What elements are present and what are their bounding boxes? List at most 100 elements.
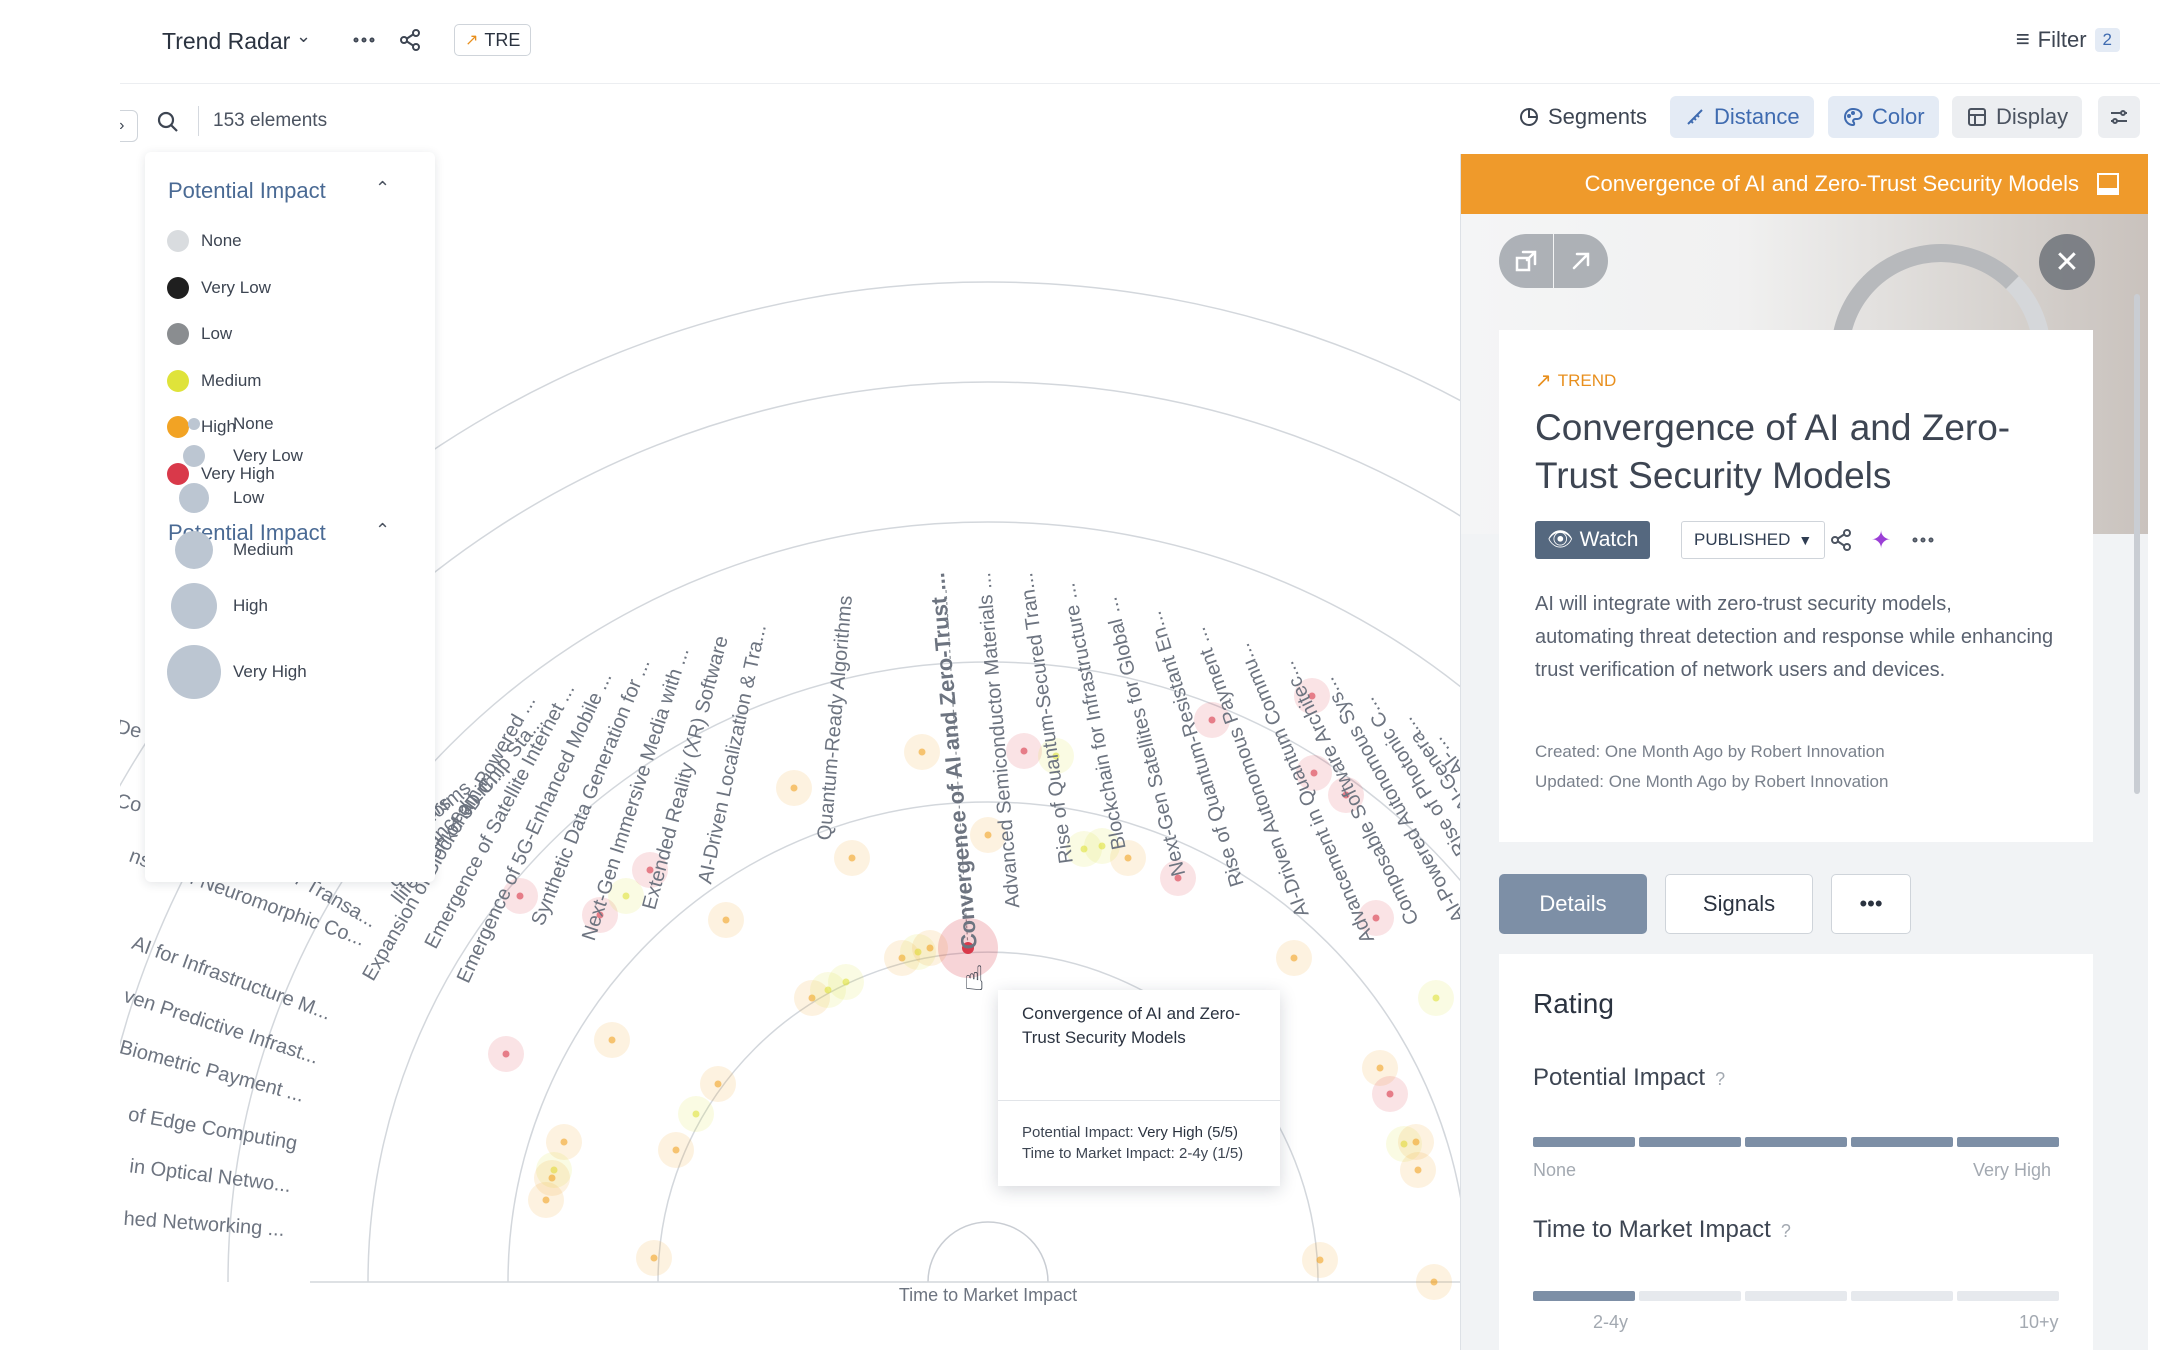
watch-button[interactable]: 👁 Watch <box>1535 521 1651 559</box>
rating-segment[interactable] <box>1957 1137 2059 1147</box>
legend-swatch <box>167 369 189 392</box>
more-options-icon[interactable] <box>1907 524 1939 556</box>
distance-button[interactable]: Distance <box>1670 96 1814 138</box>
rating-segment[interactable] <box>1533 1291 1635 1301</box>
color-label: Color <box>1872 104 1925 129</box>
trend-dot <box>1386 1090 1394 1098</box>
ttm-max-label: 10+y <box>2019 1312 2059 1332</box>
trend-dot <box>560 1138 568 1146</box>
chevron-down-icon: ▼ <box>1798 532 1813 548</box>
legend-size-swatch <box>167 645 221 699</box>
legend-size-item[interactable]: None <box>167 414 274 434</box>
chevron-up-icon[interactable]: ⌃ <box>375 520 390 541</box>
legend-size-swatch <box>171 583 217 629</box>
legend-size-swatch-wrap <box>167 418 221 430</box>
legend-size-swatch <box>179 483 209 513</box>
tab-details[interactable]: Details <box>1499 874 1647 934</box>
legend-size-swatch-wrap <box>167 583 221 629</box>
trend-dot <box>926 944 934 952</box>
rating-segment[interactable] <box>1639 1137 1741 1147</box>
rating-segment[interactable] <box>1851 1291 1953 1301</box>
trend-dot <box>650 1254 658 1262</box>
legend-size-item[interactable]: Medium <box>167 531 293 569</box>
trend-dot <box>1020 747 1028 755</box>
trend-dot <box>848 854 856 862</box>
trend-dot <box>918 748 926 756</box>
color-button[interactable]: Color <box>1828 96 1939 138</box>
rating-segment[interactable] <box>1745 1291 1847 1301</box>
panel-scrollbar[interactable] <box>2134 294 2140 794</box>
legend-panel: Potential Impact ⌃ None Very Low Low Medium… <box>145 152 435 882</box>
trend-dot <box>714 1080 722 1088</box>
legend-size-item[interactable]: Low <box>167 483 264 513</box>
trend-label[interactable]: hed Networking ... <box>123 1208 285 1241</box>
trend-dot <box>516 892 524 900</box>
trend-label[interactable]: of Edge Computing <box>126 1104 298 1155</box>
trend-dot <box>1412 1138 1420 1146</box>
trend-up-icon: ↗ <box>1535 370 1552 392</box>
sliders-icon <box>2111 110 2127 124</box>
trend-dot <box>1310 769 1318 777</box>
legend-size-label: High <box>233 596 268 615</box>
trend-dot <box>542 1196 550 1204</box>
status-label: PUBLISHED <box>1694 530 1791 549</box>
filter-icon: ≡ <box>2015 26 2030 53</box>
share-icon[interactable] <box>1825 524 1857 556</box>
rating-segment[interactable] <box>1851 1137 1953 1147</box>
help-icon[interactable]: ? <box>1781 1221 1791 1241</box>
ai-sparkle-icon[interactable]: ✦ <box>1865 524 1897 556</box>
help-icon[interactable]: ? <box>1715 1069 1725 1089</box>
impact-max-label: Very High <box>1973 1160 2052 1180</box>
rating-segment[interactable] <box>1533 1137 1635 1147</box>
legend-color-item[interactable]: Low <box>167 323 232 345</box>
filter-label: Filter <box>2037 27 2087 52</box>
trend-dot <box>622 892 630 900</box>
palette-icon <box>1844 107 1863 127</box>
legend-color-item[interactable]: Very Low <box>167 276 271 299</box>
trend-dot <box>1376 1064 1384 1072</box>
ttm-heading: Time to Market Impact? <box>1533 1216 1791 1244</box>
rating-segment[interactable] <box>1957 1291 2059 1301</box>
filter-button[interactable]: ≡ Filter 2 <box>2016 26 2120 54</box>
legend-size-item[interactable]: High <box>167 583 268 629</box>
tab-signals[interactable]: Signals <box>1665 874 1813 934</box>
chevron-up-icon[interactable]: ⌃ <box>375 178 390 199</box>
distance-label: Distance <box>1714 104 1800 129</box>
status-dropdown[interactable]: PUBLISHED ▼ <box>1681 521 1826 559</box>
watch-label: Watch <box>1579 528 1639 551</box>
tab-more[interactable]: ••• <box>1831 874 1911 934</box>
legend-color-heading[interactable]: Potential Impact <box>168 178 326 204</box>
expand-icon[interactable] <box>1499 234 1553 288</box>
open-external-icon[interactable] <box>1554 234 1608 288</box>
legend-size-item[interactable]: Very Low <box>167 445 303 467</box>
segments-button[interactable]: Segments <box>1504 96 1661 138</box>
rating-segment[interactable] <box>1639 1291 1741 1301</box>
radar-tooltip: Convergence of AI and Zero-Trust Securit… <box>998 990 1280 1186</box>
trend-label[interactable]: Quantum-Ready Algorithms <box>814 595 857 842</box>
minimize-icon[interactable] <box>2097 173 2119 195</box>
close-icon[interactable]: ✕ <box>2039 234 2095 290</box>
legend-size-swatch <box>188 418 200 430</box>
rating-heading: Rating <box>1533 988 1614 1019</box>
trend-dot <box>722 916 730 924</box>
legend-color-item[interactable]: None <box>167 230 242 252</box>
legend-color-label: Very Low <box>201 277 271 297</box>
filter-count-badge: 2 <box>2094 28 2120 52</box>
impact-heading-label: Potential Impact <box>1533 1064 1706 1091</box>
ttm-heading-label: Time to Market Impact <box>1533 1216 1771 1243</box>
legend-color-item[interactable]: Medium <box>167 369 261 392</box>
legend-size-item[interactable]: Very High <box>167 645 307 699</box>
rating-segment[interactable] <box>1745 1137 1847 1147</box>
trend-dot <box>1290 954 1298 962</box>
tooltip-divider <box>998 1100 1280 1101</box>
display-button[interactable]: Display <box>1952 96 2083 138</box>
tooltip-impact: Potential Impact: Very High (5/5) <box>1022 1124 1238 1141</box>
layout-grid-icon <box>1968 108 1986 126</box>
trend-dot <box>984 831 992 839</box>
trend-dot <box>548 1174 556 1182</box>
settings-sliders-button[interactable] <box>2098 96 2140 138</box>
legend-size-swatch <box>175 531 213 569</box>
trend-dot <box>1430 1278 1438 1286</box>
trend-label[interactable]: in Optical Netwo... <box>128 1155 292 1197</box>
ruler-icon <box>1687 109 1703 125</box>
